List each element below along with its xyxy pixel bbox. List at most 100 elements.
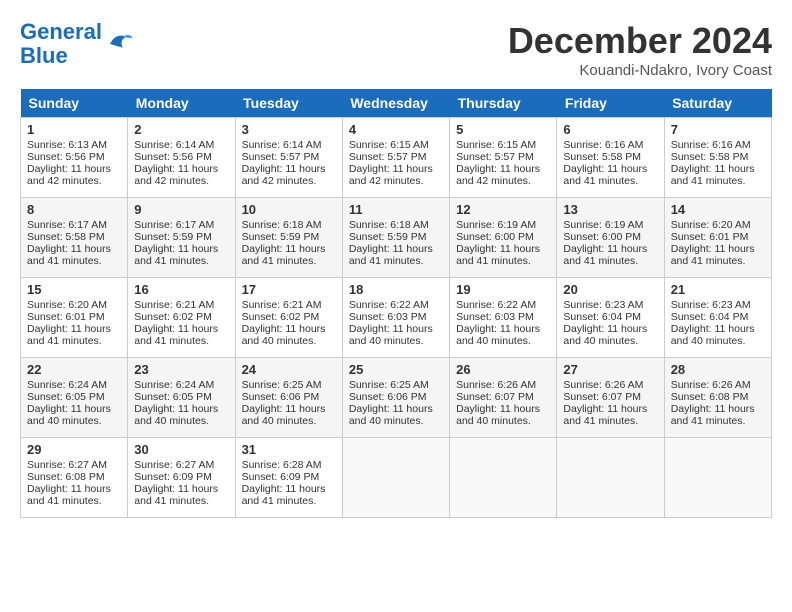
daylight-label: Daylight: 11 hours and 41 minutes. — [456, 243, 540, 267]
col-sunday: Sunday — [21, 89, 128, 118]
day-number: 7 — [671, 122, 765, 137]
day-number: 1 — [27, 122, 121, 137]
table-row: 28 Sunrise: 6:26 AM Sunset: 6:08 PM Dayl… — [664, 358, 771, 438]
calendar-row: 22 Sunrise: 6:24 AM Sunset: 6:05 PM Dayl… — [21, 358, 772, 438]
sunrise: Sunrise: 6:21 AM — [242, 299, 322, 311]
sunrise: Sunrise: 6:20 AM — [27, 299, 107, 311]
daylight-label: Daylight: 11 hours and 41 minutes. — [671, 403, 755, 427]
calendar-row: 1 Sunrise: 6:13 AM Sunset: 5:56 PM Dayli… — [21, 118, 772, 198]
day-number: 5 — [456, 122, 550, 137]
daylight-label: Daylight: 11 hours and 42 minutes. — [242, 163, 326, 187]
title-block: December 2024 Kouandi-Ndakro, Ivory Coas… — [508, 20, 772, 79]
sunset: Sunset: 6:07 PM — [563, 391, 641, 403]
table-row: 7 Sunrise: 6:16 AM Sunset: 5:58 PM Dayli… — [664, 118, 771, 198]
page-header: GeneralBlue December 2024 Kouandi-Ndakro… — [20, 20, 772, 79]
table-row: 11 Sunrise: 6:18 AM Sunset: 5:59 PM Dayl… — [342, 198, 449, 278]
sunrise: Sunrise: 6:17 AM — [134, 219, 214, 231]
sunset: Sunset: 6:03 PM — [349, 311, 427, 323]
day-number: 20 — [563, 282, 657, 297]
logo-text: GeneralBlue — [20, 20, 102, 68]
table-row: 22 Sunrise: 6:24 AM Sunset: 6:05 PM Dayl… — [21, 358, 128, 438]
col-saturday: Saturday — [664, 89, 771, 118]
daylight-label: Daylight: 11 hours and 41 minutes. — [27, 483, 111, 507]
table-row: 18 Sunrise: 6:22 AM Sunset: 6:03 PM Dayl… — [342, 278, 449, 358]
sunrise: Sunrise: 6:17 AM — [27, 219, 107, 231]
sunrise: Sunrise: 6:22 AM — [349, 299, 429, 311]
sunrise: Sunrise: 6:18 AM — [242, 219, 322, 231]
table-row: 27 Sunrise: 6:26 AM Sunset: 6:07 PM Dayl… — [557, 358, 664, 438]
logo: GeneralBlue — [20, 20, 134, 68]
daylight-label: Daylight: 11 hours and 40 minutes. — [563, 323, 647, 347]
table-row: 16 Sunrise: 6:21 AM Sunset: 6:02 PM Dayl… — [128, 278, 235, 358]
table-row: 4 Sunrise: 6:15 AM Sunset: 5:57 PM Dayli… — [342, 118, 449, 198]
daylight-label: Daylight: 11 hours and 40 minutes. — [242, 403, 326, 427]
sunrise: Sunrise: 6:19 AM — [563, 219, 643, 231]
day-number: 22 — [27, 362, 121, 377]
daylight-label: Daylight: 11 hours and 40 minutes. — [349, 403, 433, 427]
sunrise: Sunrise: 6:26 AM — [456, 379, 536, 391]
day-number: 8 — [27, 202, 121, 217]
day-number: 18 — [349, 282, 443, 297]
sunset: Sunset: 5:57 PM — [242, 151, 320, 163]
day-number: 31 — [242, 442, 336, 457]
sunrise: Sunrise: 6:20 AM — [671, 219, 751, 231]
sunrise: Sunrise: 6:14 AM — [134, 139, 214, 151]
sunrise: Sunrise: 6:26 AM — [563, 379, 643, 391]
day-number: 27 — [563, 362, 657, 377]
sunset: Sunset: 6:01 PM — [671, 231, 749, 243]
month-title: December 2024 — [508, 20, 772, 62]
day-number: 12 — [456, 202, 550, 217]
daylight-label: Daylight: 11 hours and 40 minutes. — [27, 403, 111, 427]
day-number: 14 — [671, 202, 765, 217]
table-row: 15 Sunrise: 6:20 AM Sunset: 6:01 PM Dayl… — [21, 278, 128, 358]
table-row: 23 Sunrise: 6:24 AM Sunset: 6:05 PM Dayl… — [128, 358, 235, 438]
table-row: 14 Sunrise: 6:20 AM Sunset: 6:01 PM Dayl… — [664, 198, 771, 278]
sunset: Sunset: 6:09 PM — [242, 471, 320, 483]
table-row: 9 Sunrise: 6:17 AM Sunset: 5:59 PM Dayli… — [128, 198, 235, 278]
col-thursday: Thursday — [450, 89, 557, 118]
table-row: 8 Sunrise: 6:17 AM Sunset: 5:58 PM Dayli… — [21, 198, 128, 278]
table-row: 3 Sunrise: 6:14 AM Sunset: 5:57 PM Dayli… — [235, 118, 342, 198]
sunrise: Sunrise: 6:19 AM — [456, 219, 536, 231]
sunset: Sunset: 6:07 PM — [456, 391, 534, 403]
sunset: Sunset: 6:00 PM — [456, 231, 534, 243]
logo-bird-icon — [104, 29, 134, 59]
sunset: Sunset: 6:08 PM — [671, 391, 749, 403]
daylight-label: Daylight: 11 hours and 41 minutes. — [134, 483, 218, 507]
table-row: 21 Sunrise: 6:23 AM Sunset: 6:04 PM Dayl… — [664, 278, 771, 358]
daylight-label: Daylight: 11 hours and 40 minutes. — [242, 323, 326, 347]
table-row: 26 Sunrise: 6:26 AM Sunset: 6:07 PM Dayl… — [450, 358, 557, 438]
daylight-label: Daylight: 11 hours and 40 minutes. — [671, 323, 755, 347]
day-number: 13 — [563, 202, 657, 217]
location: Kouandi-Ndakro, Ivory Coast — [508, 62, 772, 79]
header-row: Sunday Monday Tuesday Wednesday Thursday… — [21, 89, 772, 118]
sunset: Sunset: 5:57 PM — [349, 151, 427, 163]
daylight-label: Daylight: 11 hours and 40 minutes. — [134, 403, 218, 427]
sunrise: Sunrise: 6:14 AM — [242, 139, 322, 151]
sunset: Sunset: 5:56 PM — [134, 151, 212, 163]
sunrise: Sunrise: 6:27 AM — [27, 459, 107, 471]
sunset: Sunset: 6:02 PM — [134, 311, 212, 323]
day-number: 6 — [563, 122, 657, 137]
sunrise: Sunrise: 6:23 AM — [563, 299, 643, 311]
daylight-label: Daylight: 11 hours and 41 minutes. — [563, 243, 647, 267]
table-row: 19 Sunrise: 6:22 AM Sunset: 6:03 PM Dayl… — [450, 278, 557, 358]
day-number: 10 — [242, 202, 336, 217]
sunrise: Sunrise: 6:21 AM — [134, 299, 214, 311]
daylight-label: Daylight: 11 hours and 40 minutes. — [456, 403, 540, 427]
sunset: Sunset: 6:03 PM — [456, 311, 534, 323]
sunset: Sunset: 6:06 PM — [242, 391, 320, 403]
sunset: Sunset: 5:57 PM — [456, 151, 534, 163]
sunset: Sunset: 6:05 PM — [134, 391, 212, 403]
table-row: 17 Sunrise: 6:21 AM Sunset: 6:02 PM Dayl… — [235, 278, 342, 358]
day-number: 29 — [27, 442, 121, 457]
col-tuesday: Tuesday — [235, 89, 342, 118]
sunset: Sunset: 6:05 PM — [27, 391, 105, 403]
day-number: 17 — [242, 282, 336, 297]
sunrise: Sunrise: 6:24 AM — [134, 379, 214, 391]
sunrise: Sunrise: 6:16 AM — [563, 139, 643, 151]
sunset: Sunset: 6:01 PM — [27, 311, 105, 323]
day-number: 2 — [134, 122, 228, 137]
daylight-label: Daylight: 11 hours and 42 minutes. — [27, 163, 111, 187]
daylight-label: Daylight: 11 hours and 41 minutes. — [242, 483, 326, 507]
